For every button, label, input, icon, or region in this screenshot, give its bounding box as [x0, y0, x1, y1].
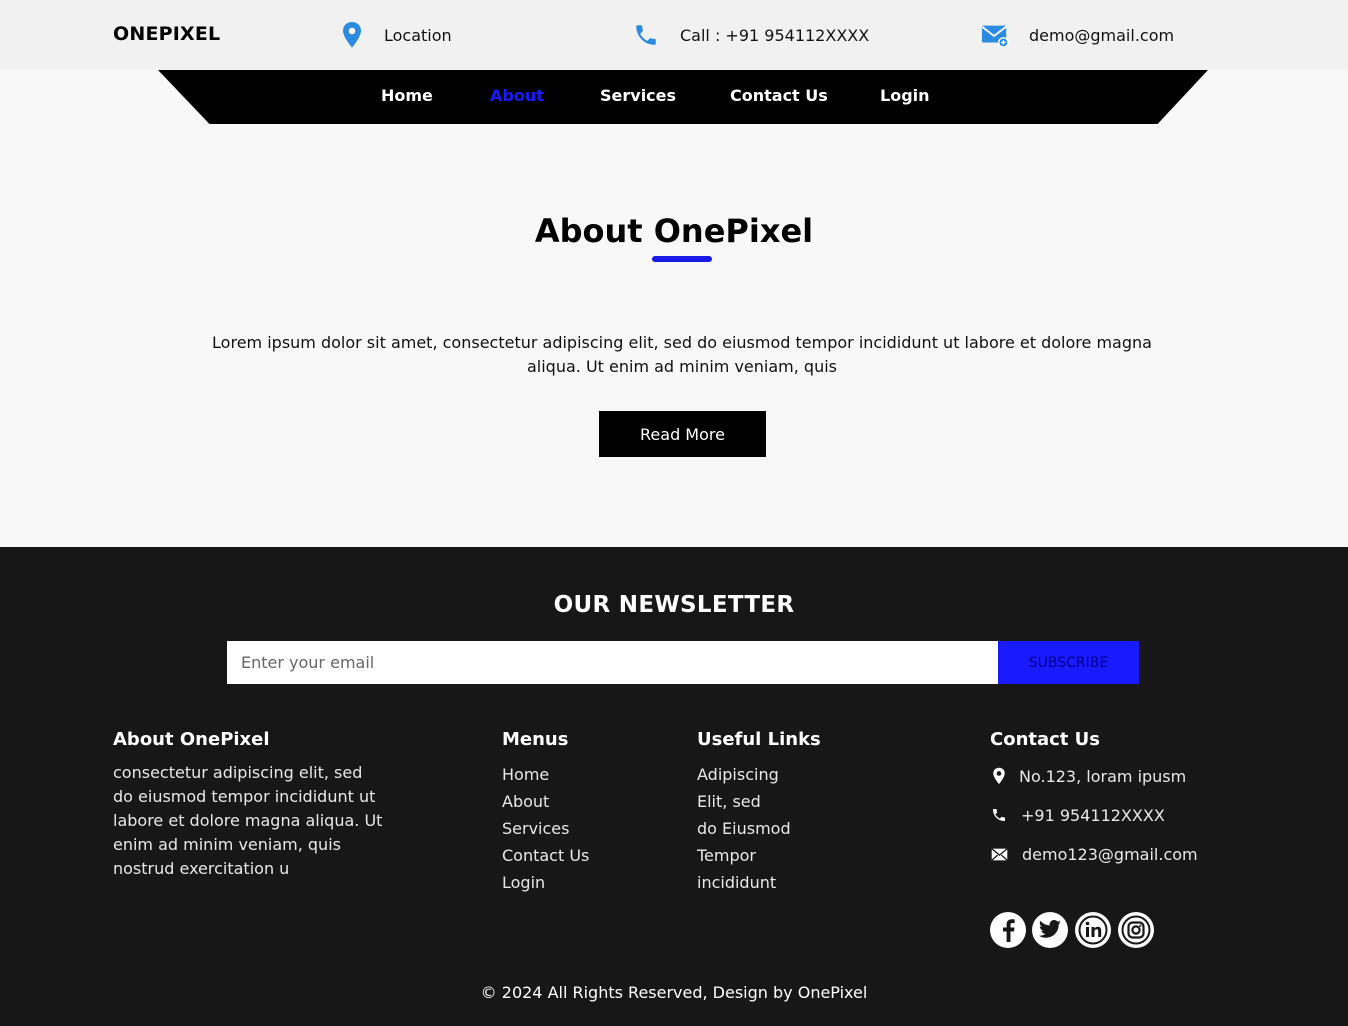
- contact-email: demo123@gmail.com: [990, 844, 1198, 864]
- nav-login[interactable]: Login: [880, 86, 930, 105]
- call-text[interactable]: Call : +91 954112XXXX: [680, 26, 869, 45]
- useful-link-item[interactable]: do Eiusmod: [697, 815, 791, 842]
- location-text: Location: [384, 25, 452, 45]
- footer-menus-heading: Menus: [502, 729, 569, 750]
- contact-phone-text[interactable]: +91 954112XXXX: [1021, 806, 1165, 825]
- footer-about-text: consectetur adipiscing elit, sed do eius…: [113, 763, 383, 878]
- nav-home[interactable]: Home: [381, 86, 433, 105]
- footer-contact-heading: Contact Us: [990, 729, 1101, 750]
- nav-contact-us[interactable]: Contact Us: [730, 86, 828, 105]
- newsletter-email-input[interactable]: [227, 641, 998, 684]
- main-nav: Home About Services Contact Us Login: [158, 70, 1208, 124]
- copyright-text: © 2024 All Rights Reserved, Design by On…: [480, 983, 868, 1002]
- brand-logo[interactable]: ONEPIXEL: [113, 23, 220, 45]
- useful-link-item[interactable]: incididunt: [697, 869, 791, 896]
- email-info: demo@gmail.com: [981, 20, 1174, 50]
- location-info: Location: [338, 20, 452, 50]
- useful-link-item[interactable]: Adipiscing: [697, 761, 791, 788]
- footer-useful-links-heading: Useful Links: [697, 729, 821, 750]
- contact-address-text: No.123, loram ipusm: [1019, 766, 1187, 786]
- footer-menu-contact-us[interactable]: Contact Us: [502, 842, 589, 869]
- linkedin-icon[interactable]: [1075, 912, 1111, 948]
- footer: OUR NEWSLETTER SUBSCRIBE About OnePixel …: [0, 547, 1348, 1026]
- phone-icon: [632, 20, 660, 50]
- email-icon: [990, 844, 1008, 864]
- call-info: Call : +91 954112XXXX: [632, 20, 869, 50]
- location-pin-icon: [990, 766, 1008, 786]
- about-title: About OnePixel: [534, 212, 814, 250]
- footer-useful-links-list: Adipiscing Elit, sed do Eiusmod Tempor i…: [697, 761, 791, 896]
- about-text: Lorem ipsum dolor sit amet, consectetur …: [212, 333, 1152, 376]
- phone-icon: [990, 805, 1008, 825]
- email-text[interactable]: demo@gmail.com: [1029, 26, 1174, 45]
- contact-address: No.123, loram ipusm: [990, 766, 1186, 786]
- subscribe-button[interactable]: SUBSCRIBE: [998, 641, 1139, 684]
- useful-link-item[interactable]: Tempor: [697, 842, 791, 869]
- footer-menu-home[interactable]: Home: [502, 761, 589, 788]
- contact-email-text[interactable]: demo123@gmail.com: [1022, 845, 1198, 864]
- footer-menu-services[interactable]: Services: [502, 815, 589, 842]
- title-underline: [652, 256, 712, 262]
- nav-services[interactable]: Services: [600, 86, 676, 105]
- location-pin-icon: [338, 20, 366, 50]
- instagram-icon[interactable]: [1118, 912, 1154, 948]
- facebook-icon[interactable]: [990, 912, 1026, 948]
- email-icon: [981, 20, 1009, 50]
- footer-menu-login[interactable]: Login: [502, 869, 589, 896]
- nav-about[interactable]: About: [490, 86, 544, 105]
- top-bar: ONEPIXEL Location Call : +91 954112XXXX …: [0, 0, 1348, 70]
- useful-link-item[interactable]: Elit, sed: [697, 788, 791, 815]
- twitter-icon[interactable]: [1032, 912, 1068, 948]
- contact-phone: +91 954112XXXX: [990, 805, 1165, 825]
- footer-about-heading: About OnePixel: [113, 729, 270, 750]
- footer-menu-about[interactable]: About: [502, 788, 589, 815]
- footer-menus-list: Home About Services Contact Us Login: [502, 761, 589, 896]
- newsletter-title: OUR NEWSLETTER: [553, 592, 795, 618]
- read-more-button[interactable]: Read More: [599, 411, 766, 457]
